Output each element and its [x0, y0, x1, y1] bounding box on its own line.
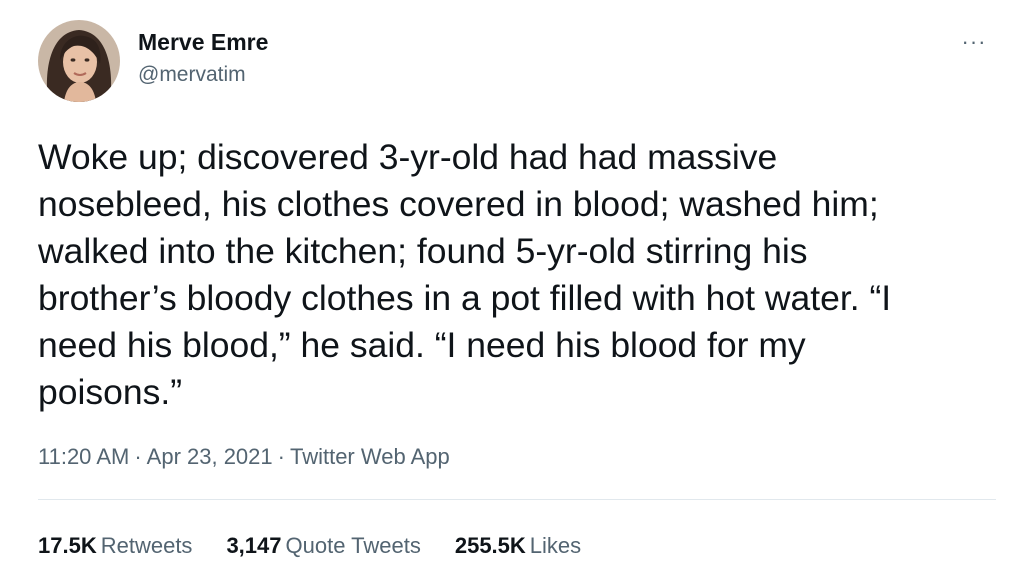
user-handle[interactable]: @mervatim [138, 63, 246, 87]
engagement-stats: 17.5K Retweets 3,147 Quote Tweets 255.5K Li… [38, 533, 581, 559]
avatar-photo-icon [38, 20, 120, 102]
tweet-metadata: 11:20 AM · Apr 23, 2021 · Twitter Web App [38, 444, 450, 470]
separator: · [277, 444, 285, 469]
tweet-date[interactable]: Apr 23, 2021 [147, 444, 273, 469]
avatar[interactable] [38, 20, 120, 102]
tweet-text-line: brother’s bloody clothes in a pot filled… [38, 278, 892, 318]
separator: · [134, 444, 142, 469]
retweets-label: Retweets [100, 533, 193, 558]
likes-count: 255.5K [454, 533, 526, 558]
tweet-text-line: poisons.” [38, 372, 183, 412]
tweet-text: Woke up; discovered 3-yr-old had had mas… [38, 134, 1013, 416]
tweet-text-line: Woke up; discovered 3-yr-old had had mas… [38, 137, 778, 177]
tweet-time[interactable]: 11:20 AM [38, 444, 129, 469]
more-horizontal-icon: ··· [961, 29, 987, 54]
tweet-text-line: nosebleed, his clothes covered in blood;… [38, 184, 879, 224]
tweet-source[interactable]: Twitter Web App [290, 444, 450, 469]
likes-stat[interactable]: 255.5K Likes [455, 533, 581, 559]
likes-label: Likes [529, 533, 582, 558]
display-name[interactable]: Merve Emre [138, 29, 268, 56]
quote-tweets-label: Quote Tweets [285, 533, 421, 558]
quote-tweets-stat[interactable]: 3,147 Quote Tweets [226, 533, 420, 559]
more-options-button[interactable]: ··· [952, 28, 996, 56]
tweet-text-line: need his blood,” he said. “I need his bl… [38, 325, 806, 365]
tweet-text-line: walked into the kitchen; found 5-yr-old … [38, 231, 808, 271]
divider [38, 499, 996, 500]
retweets-stat[interactable]: 17.5K Retweets [38, 533, 192, 559]
retweets-count: 17.5K [38, 533, 97, 558]
tweet-card: Merve Emre @mervatim ··· Woke up; discov… [0, 0, 1024, 584]
quote-tweets-count: 3,147 [226, 533, 282, 558]
